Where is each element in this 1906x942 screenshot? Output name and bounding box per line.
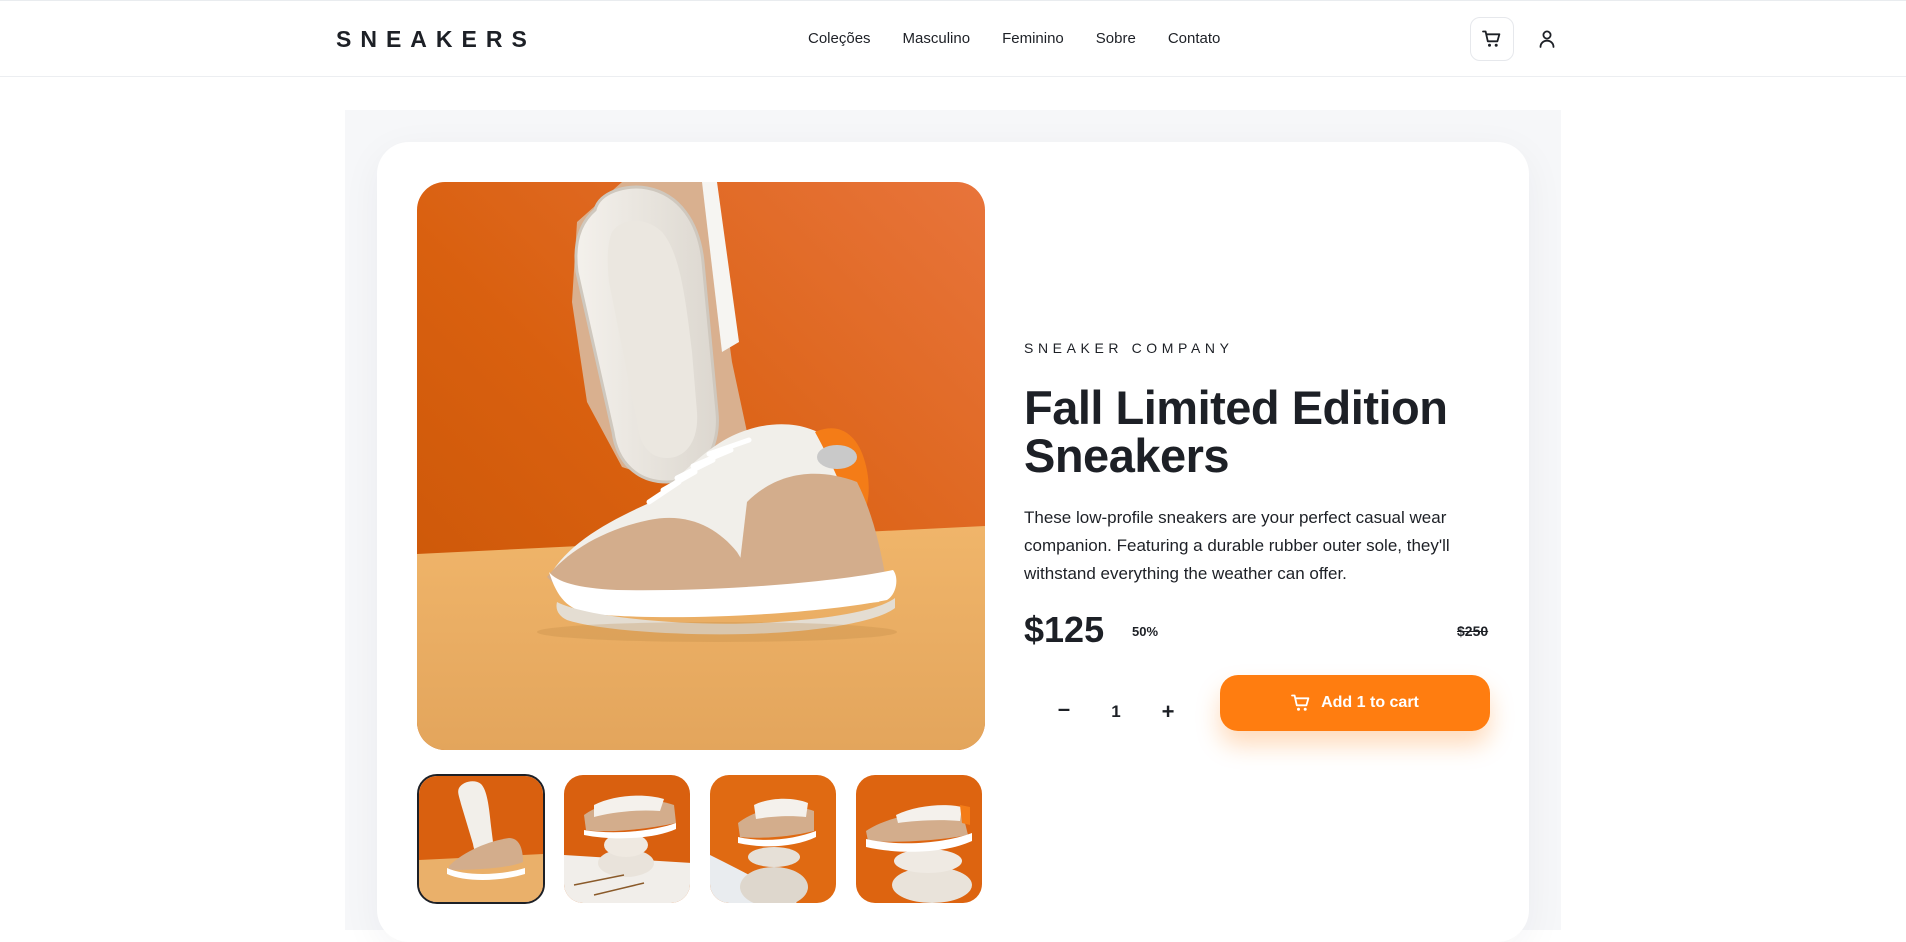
add-to-cart-label: Add 1 to cart: [1321, 694, 1419, 711]
discount-badge: 50%: [1132, 624, 1159, 639]
brand-label: SNEAKER COMPANY: [1024, 340, 1234, 356]
logo[interactable]: SNEAKERS: [336, 26, 536, 53]
add-to-cart-button[interactable]: Add 1 to cart: [1220, 675, 1490, 731]
quantity-stepper: – 1 +: [1024, 685, 1204, 741]
nav-link-masculino[interactable]: Masculino: [903, 30, 971, 47]
nav-link-feminino[interactable]: Feminino: [1002, 30, 1064, 47]
site-header: SNEAKERS Coleções Masculino Feminino Sob…: [0, 1, 1906, 77]
thumbnail-1[interactable]: [417, 774, 545, 904]
decrease-quantity-button[interactable]: –: [1054, 698, 1074, 720]
nav-link-contato[interactable]: Contato: [1168, 30, 1221, 47]
thumbnail-3[interactable]: [709, 774, 837, 904]
product-description: These low-profile sneakers are your perf…: [1024, 508, 1450, 583]
thumbnail-2[interactable]: [563, 774, 691, 904]
increase-quantity-button[interactable]: +: [1158, 701, 1178, 723]
main-product-image[interactable]: [417, 182, 985, 750]
quantity-value: 1: [1111, 702, 1121, 721]
thumbnail-strip: [417, 774, 983, 904]
main-nav: Coleções Masculino Feminino Sobre Contat…: [808, 30, 1252, 47]
thumbnail-4[interactable]: [855, 774, 983, 904]
cart-icon: [1482, 30, 1501, 47]
nav-link-sobre[interactable]: Sobre: [1096, 30, 1136, 47]
cart-icon: [1291, 694, 1310, 711]
original-price: $250: [1457, 623, 1489, 639]
current-price: $125: [1024, 609, 1105, 650]
nav-link-colecoes[interactable]: Coleções: [808, 30, 871, 47]
user-icon: [1539, 30, 1555, 48]
user-button[interactable]: [1533, 23, 1561, 55]
product-title: Fall Limited Edition Sneakers: [1024, 381, 1448, 482]
cart-button[interactable]: [1470, 17, 1514, 61]
